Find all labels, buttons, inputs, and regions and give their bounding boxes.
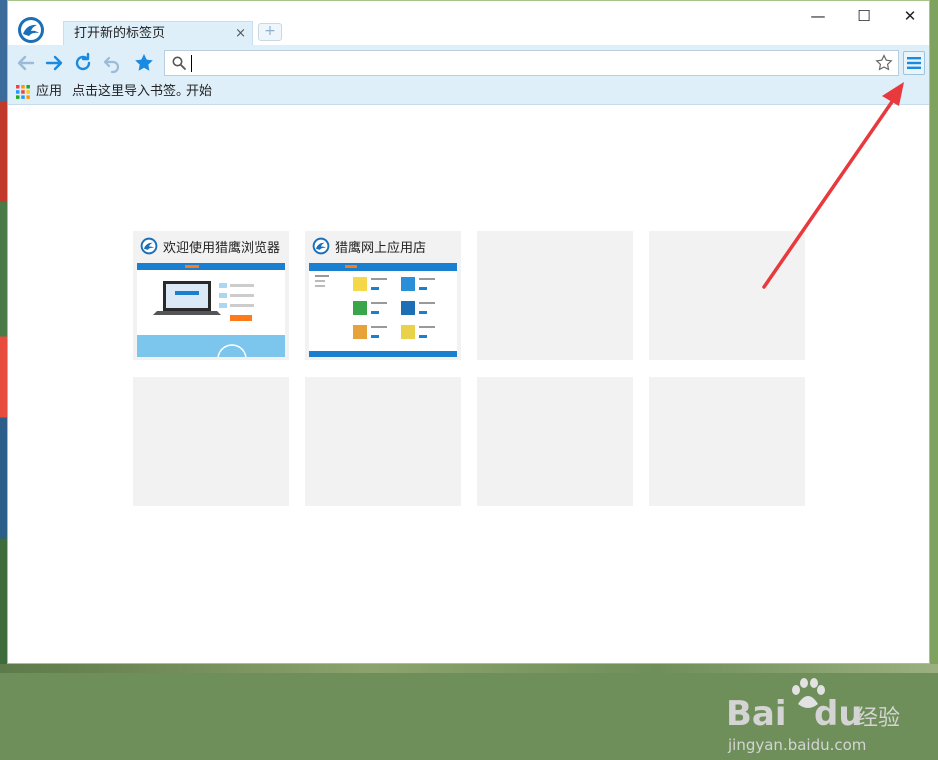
search-icon: [172, 56, 186, 70]
falcon-favicon-icon: [312, 237, 330, 255]
watermark-jingyan: 经验: [856, 706, 901, 731]
hamburger-menu-icon: [907, 57, 921, 69]
maximize-button[interactable]: ☐: [844, 5, 884, 27]
speed-dial-tile-2[interactable]: 猎鹰网上应用店: [305, 231, 461, 360]
tab-close-icon[interactable]: ×: [235, 22, 246, 46]
bookmarks-bar: 应用 点击这里导入书签。 开始: [8, 80, 929, 105]
forward-arrow-icon[interactable]: [42, 51, 66, 75]
new-tab-button[interactable]: +: [258, 23, 282, 41]
undo-icon[interactable]: [100, 51, 124, 75]
refresh-icon[interactable]: [71, 51, 95, 75]
bookmark-apps[interactable]: 应用: [36, 83, 62, 101]
back-arrow-icon[interactable]: [14, 51, 38, 75]
welcome-page-thumbnail: [137, 263, 285, 357]
speed-dial-tile-1[interactable]: 欢迎使用猎鹰浏览器: [133, 231, 289, 360]
tab-new-tab[interactable]: 打开新的标签页 ×: [63, 21, 253, 47]
bookmark-start[interactable]: 开始: [186, 83, 212, 101]
watermark-brand: Bai: [726, 694, 787, 734]
navigation-toolbar: [8, 45, 929, 80]
speed-dial-tile-8[interactable]: [649, 377, 805, 506]
speed-dial-tile-4[interactable]: [649, 231, 805, 360]
desktop-background-bottom: [0, 664, 938, 673]
store-page-thumbnail: [309, 263, 457, 357]
favorites-star-icon[interactable]: [132, 51, 156, 75]
tile-title: 猎鹰网上应用店: [335, 241, 427, 256]
tile-title: 欢迎使用猎鹰浏览器: [163, 241, 281, 256]
address-input[interactable]: [193, 53, 857, 75]
bookmark-import-hint[interactable]: 点击这里导入书签。: [72, 83, 189, 101]
desktop-background-right: [930, 0, 938, 673]
bookmark-star-icon[interactable]: [874, 53, 894, 73]
title-bar: 打开新的标签页 × + — ☐ ✕: [8, 1, 930, 47]
apps-grid-icon[interactable]: [16, 85, 30, 99]
text-caret: [191, 55, 192, 72]
falcon-logo-icon[interactable]: [17, 16, 45, 44]
new-tab-page: 欢迎使用猎鹰浏览器 猎鹰网上应用店 Bai du 经验 jingyan.baid…: [8, 105, 929, 754]
speed-dial-tile-6[interactable]: [305, 377, 461, 506]
speed-dial-tile-7[interactable]: [477, 377, 633, 506]
browser-window: 打开新的标签页 × + — ☐ ✕ 应用 点击这里导入书签。 开始 欢迎使用猎鹰…: [7, 0, 930, 754]
minimize-button[interactable]: —: [798, 5, 838, 27]
main-menu-button[interactable]: [903, 51, 925, 75]
baidu-jingyan-watermark: Bai du 经验 jingyan.baidu.com: [726, 678, 906, 760]
close-button[interactable]: ✕: [890, 5, 930, 27]
watermark-url: jingyan.baidu.com: [728, 736, 867, 754]
falcon-favicon-icon: [140, 237, 158, 255]
tab-title: 打开新的标签页: [74, 26, 166, 41]
address-bar[interactable]: [164, 50, 899, 76]
speed-dial-tile-3[interactable]: [477, 231, 633, 360]
speed-dial-tile-5[interactable]: [133, 377, 289, 506]
